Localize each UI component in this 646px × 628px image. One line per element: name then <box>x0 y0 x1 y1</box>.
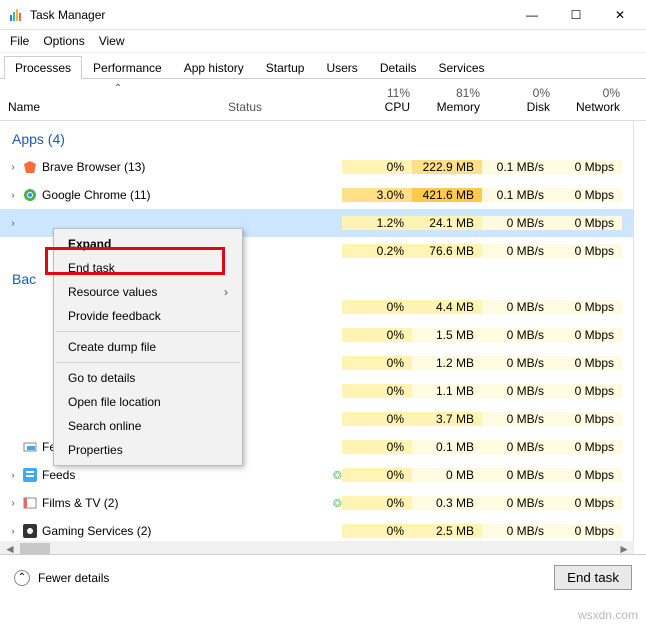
app-icon <box>8 7 24 23</box>
tab-performance[interactable]: Performance <box>82 56 173 79</box>
tab-details[interactable]: Details <box>369 56 428 79</box>
films-icon <box>22 495 38 511</box>
window-title: Task Manager <box>30 8 105 22</box>
tabs: Processes Performance App history Startu… <box>0 55 646 79</box>
mem-cell: 24.1 MB <box>412 216 482 230</box>
leaf-icon: ❂ <box>333 469 342 482</box>
mem-cell: 421.6 MB <box>412 188 482 202</box>
col-disk[interactable]: 0% Disk <box>488 86 558 114</box>
menu-view[interactable]: View <box>99 34 125 48</box>
context-menu: Expand End task Resource values Provide … <box>53 228 243 466</box>
ctx-search-online[interactable]: Search online <box>54 414 242 438</box>
mem-cell: 222.9 MB <box>412 160 482 174</box>
chevron-right-icon[interactable]: › <box>8 498 18 509</box>
disk-cell: 0 MB/s <box>482 216 552 230</box>
cpu-cell: 3.0% <box>342 188 412 202</box>
process-name: Brave Browser (13) <box>42 160 145 174</box>
separator <box>56 362 240 363</box>
brave-icon <box>22 159 38 175</box>
vertical-scrollbar[interactable] <box>633 121 634 541</box>
col-name[interactable]: Name <box>8 100 228 114</box>
column-headers: ⌃ Name Status 11% CPU 81% Memory 0% Disk… <box>0 79 646 121</box>
footer: ⌃ Fewer details End task <box>0 554 646 600</box>
ctx-expand[interactable]: Expand <box>54 232 242 256</box>
row-brave[interactable]: › Brave Browser (13) 0% 222.9 MB 0.1 MB/… <box>0 153 633 181</box>
row-films[interactable]: › Films & TV (2) ❂ 0% 0.3 MB 0 MB/s 0 Mb… <box>0 489 633 517</box>
ctx-resource-values[interactable]: Resource values <box>54 280 242 304</box>
col-cpu[interactable]: 11% CPU <box>348 86 418 114</box>
tab-app-history[interactable]: App history <box>173 56 255 79</box>
disk-cell: 0.1 MB/s <box>482 188 552 202</box>
fewer-details-link[interactable]: Fewer details <box>38 571 109 585</box>
tab-users[interactable]: Users <box>315 56 368 79</box>
gaming-icon <box>22 523 38 539</box>
menu-file[interactable]: File <box>10 34 29 48</box>
chevron-up-icon[interactable]: ⌃ <box>14 570 30 586</box>
sort-arrow-icon: ⌃ <box>8 83 228 94</box>
feature-icon <box>22 439 38 455</box>
net-cell: 0 Mbps <box>552 188 622 202</box>
minimize-button[interactable]: — <box>510 0 554 30</box>
tab-processes[interactable]: Processes <box>4 56 82 79</box>
chevron-right-icon[interactable]: › <box>8 190 18 201</box>
col-status[interactable]: Status <box>228 100 348 114</box>
process-name: Google Chrome (11) <box>42 188 151 202</box>
end-task-button[interactable]: End task <box>554 565 632 590</box>
group-apps: Apps (4) <box>0 121 633 153</box>
maximize-button[interactable]: ☐ <box>554 0 598 30</box>
col-network[interactable]: 0% Network <box>558 86 628 114</box>
row-chrome[interactable]: › Google Chrome (11) 3.0% 421.6 MB 0.1 M… <box>0 181 633 209</box>
tab-services[interactable]: Services <box>428 56 496 79</box>
feeds-icon <box>22 467 38 483</box>
chevron-right-icon[interactable]: › <box>8 470 18 481</box>
ctx-go-to-details[interactable]: Go to details <box>54 366 242 390</box>
app-icon <box>22 215 38 231</box>
separator <box>56 331 240 332</box>
net-cell: 0 Mbps <box>552 160 622 174</box>
disk-cell: 0.1 MB/s <box>482 160 552 174</box>
watermark: wsxdn.com <box>578 608 638 622</box>
process-name: Feeds <box>42 468 75 482</box>
chevron-right-icon[interactable]: › <box>8 526 18 537</box>
close-button[interactable]: ✕ <box>598 0 642 30</box>
ctx-provide-feedback[interactable]: Provide feedback <box>54 304 242 328</box>
process-name: Films & TV (2) <box>42 496 118 510</box>
chevron-right-icon[interactable]: › <box>8 162 18 173</box>
tab-startup[interactable]: Startup <box>255 56 316 79</box>
process-name: Gaming Services (2) <box>42 524 151 538</box>
ctx-properties[interactable]: Properties <box>54 438 242 462</box>
cpu-cell: 1.2% <box>342 216 412 230</box>
ctx-open-file-location[interactable]: Open file location <box>54 390 242 414</box>
chrome-icon <box>22 187 38 203</box>
row-gaming[interactable]: › Gaming Services (2) 0% 2.5 MB 0 MB/s 0… <box>0 517 633 541</box>
col-memory[interactable]: 81% Memory <box>418 86 488 114</box>
ctx-create-dump[interactable]: Create dump file <box>54 335 242 359</box>
net-cell: 0 Mbps <box>552 216 622 230</box>
menubar: File Options View <box>0 30 646 53</box>
menu-options[interactable]: Options <box>43 34 84 48</box>
leaf-icon: ❂ <box>333 497 342 510</box>
titlebar: Task Manager — ☐ ✕ <box>0 0 646 30</box>
chevron-right-icon[interactable]: › <box>8 218 18 229</box>
ctx-end-task[interactable]: End task <box>54 256 242 280</box>
cpu-cell: 0% <box>342 160 412 174</box>
